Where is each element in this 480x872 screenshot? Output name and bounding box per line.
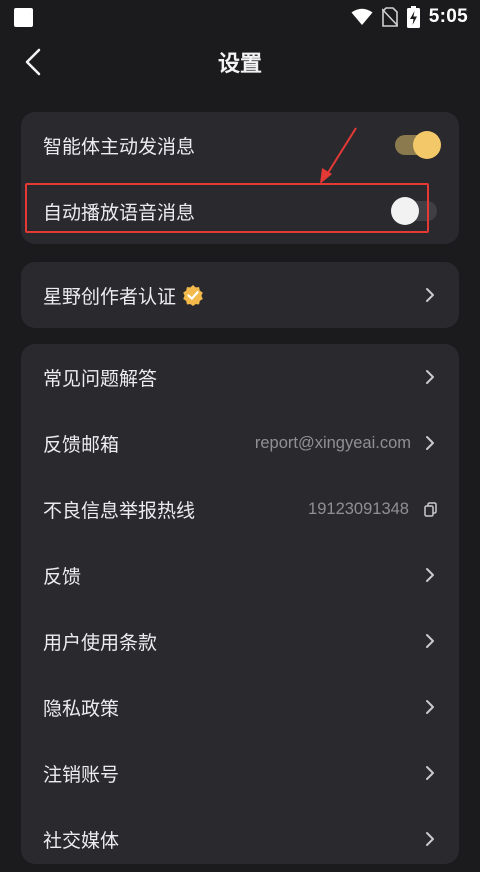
battery-charging-icon <box>406 6 420 28</box>
toggle-knob <box>391 197 419 225</box>
social-media-label: 社交媒体 <box>43 829 120 852</box>
feedback-email-row[interactable]: 反馈邮箱 report@xingyeai.com <box>21 410 459 476</box>
report-hotline-value: 19123091348 <box>308 499 409 518</box>
no-sim-icon <box>381 7 398 27</box>
status-bar: 5:05 <box>0 0 480 34</box>
chevron-right-icon <box>423 286 437 304</box>
report-hotline-row[interactable]: 不良信息举报热线 19123091348 <box>21 476 459 542</box>
status-time: 5:05 <box>428 6 468 27</box>
auto-voice-row: 自动播放语音消息 <box>21 178 459 244</box>
feedback-row[interactable]: 反馈 <box>21 542 459 608</box>
agent-messages-toggle[interactable] <box>395 131 441 159</box>
chevron-right-icon <box>423 698 437 716</box>
auto-voice-toggle[interactable] <box>391 197 437 225</box>
privacy-row[interactable]: 隐私政策 <box>21 674 459 740</box>
chevron-right-icon <box>423 434 437 452</box>
report-hotline-label: 不良信息举报热线 <box>43 499 196 522</box>
chevron-right-icon <box>423 764 437 782</box>
social-media-row[interactable]: 社交媒体 <box>21 806 459 872</box>
chevron-left-icon <box>25 48 41 76</box>
back-button[interactable] <box>18 45 48 79</box>
verified-badge-icon <box>182 284 204 306</box>
toggle-knob <box>413 131 441 159</box>
page-header: 设置 <box>0 34 480 90</box>
chevron-right-icon <box>423 368 437 386</box>
wifi-icon <box>351 8 373 25</box>
chevron-right-icon <box>423 566 437 584</box>
terms-label: 用户使用条款 <box>43 631 158 654</box>
creator-certification-row[interactable]: 星野创作者认证 <box>21 262 459 328</box>
delete-account-row[interactable]: 注销账号 <box>21 740 459 806</box>
creator-certification-label: 星野创作者认证 <box>43 285 177 308</box>
delete-account-label: 注销账号 <box>43 763 120 786</box>
chevron-right-icon <box>423 632 437 650</box>
agent-messages-label: 智能体主动发消息 <box>43 135 196 158</box>
faq-row[interactable]: 常见问题解答 <box>21 344 459 410</box>
app-square-icon <box>14 7 33 27</box>
info-list-card: 常见问题解答 反馈邮箱 report@xingyeai.com 不良信息举报热线… <box>21 344 459 864</box>
feedback-email-value: report@xingyeai.com <box>254 433 411 452</box>
creator-card: 星野创作者认证 <box>21 262 459 328</box>
page-title: 设置 <box>217 52 262 77</box>
agent-messages-row: 智能体主动发消息 <box>21 112 459 178</box>
privacy-label: 隐私政策 <box>43 697 120 720</box>
feedback-label: 反馈 <box>43 565 82 588</box>
terms-row[interactable]: 用户使用条款 <box>21 608 459 674</box>
copy-icon[interactable] <box>423 501 437 517</box>
message-settings-card: 智能体主动发消息 自动播放语音消息 <box>21 112 459 244</box>
feedback-email-label: 反馈邮箱 <box>43 433 120 456</box>
auto-voice-label: 自动播放语音消息 <box>43 201 196 224</box>
status-icons: 5:05 <box>351 6 468 28</box>
faq-label: 常见问题解答 <box>43 367 158 390</box>
chevron-right-icon <box>423 830 437 848</box>
